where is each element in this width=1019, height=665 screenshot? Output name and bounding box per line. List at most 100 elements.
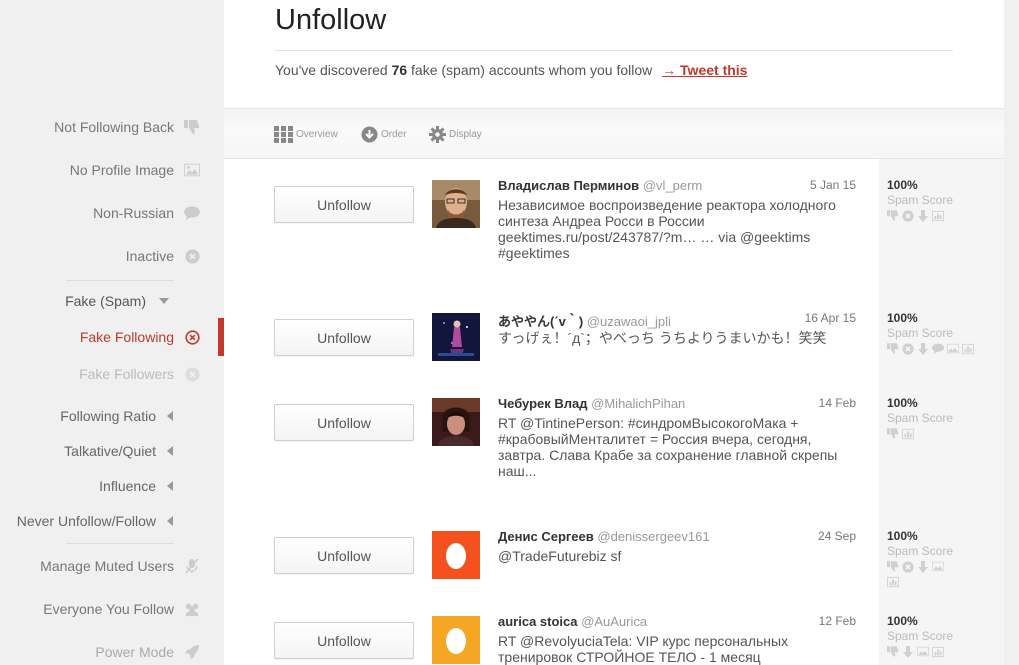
- avatar[interactable]: [432, 531, 480, 579]
- sidebar-item-label: No Profile Image: [69, 162, 174, 178]
- summary-prefix: You've discovered: [275, 62, 388, 78]
- sidebar-group-never-unfollow-follow[interactable]: Never Unfollow/Follow: [17, 513, 174, 529]
- spam-score: 100% Spam Score: [887, 311, 997, 358]
- order-button[interactable]: Order: [361, 126, 407, 143]
- score-label: Spam Score: [887, 544, 954, 558]
- arrow-down-circle-icon: [361, 126, 378, 143]
- avatar[interactable]: [432, 616, 480, 664]
- user-name[interactable]: あややん(´v｀): [498, 314, 583, 329]
- avatar[interactable]: [432, 398, 480, 446]
- user-name[interactable]: aurica stoica: [498, 614, 578, 629]
- tweet-text: すっげぇ！´д`；やべっち うちよりうまいかも！笑笑: [498, 330, 827, 346]
- user-handle[interactable]: @denissergeev161: [597, 529, 709, 544]
- x-circle-icon: [184, 329, 200, 345]
- unfollow-button[interactable]: Unfollow: [274, 404, 414, 441]
- score-icons: [887, 343, 987, 358]
- sidebar-divider: [66, 543, 174, 544]
- image-icon: [917, 646, 929, 658]
- caret-left-icon: [166, 443, 174, 459]
- user-handle[interactable]: @vl_perm: [643, 178, 702, 193]
- rocket-icon: [184, 644, 200, 660]
- image-icon: [947, 343, 959, 355]
- sidebar-item-not-following-back[interactable]: Not Following Back: [54, 119, 200, 135]
- sidebar-item-label: Manage Muted Users: [40, 558, 174, 574]
- user-name[interactable]: Денис Сергеев: [498, 529, 594, 544]
- arrow-down-icon: [902, 646, 914, 658]
- caret-left-icon: [166, 408, 174, 424]
- sidebar-item-label: Fake Following: [79, 329, 174, 345]
- sidebar-divider: [66, 280, 174, 281]
- unfollow-button[interactable]: Unfollow: [274, 537, 414, 574]
- score-icons: [887, 646, 977, 661]
- gear-icon: [429, 126, 446, 143]
- sidebar-group-talkative-quiet[interactable]: Talkative/Quiet: [64, 443, 174, 459]
- user-name[interactable]: Владислав Перминов: [498, 178, 639, 193]
- main-panel: Unfollow You've discovered 76 fake (spam…: [224, 0, 1004, 665]
- avatar[interactable]: [432, 313, 480, 361]
- sidebar-item-fake-followers[interactable]: Fake Followers: [79, 366, 200, 382]
- avatar[interactable]: [432, 180, 480, 228]
- unfollow-button[interactable]: Unfollow: [274, 319, 414, 356]
- x-circle-icon: [902, 210, 914, 222]
- sidebar-item-label: Talkative/Quiet: [64, 443, 156, 459]
- tweet-date: 14 Feb: [818, 396, 856, 410]
- page-title: Unfollow: [275, 4, 387, 36]
- user-handle[interactable]: @AuAurica: [581, 614, 647, 629]
- score-icons: [887, 428, 977, 443]
- sidebar-item-label: Fake (Spam): [65, 293, 146, 309]
- sidebar-item-label: Fake Followers: [79, 366, 174, 382]
- tweet-text: RT @RevolyuciaTela: VIP курс персональны…: [498, 633, 789, 665]
- sidebar-item-everyone-you-follow[interactable]: Everyone You Follow: [43, 601, 200, 617]
- x-circle-icon: [184, 366, 200, 382]
- arrow-down-icon: [917, 561, 929, 573]
- sidebar-group-fake-spam[interactable]: Fake (Spam): [65, 293, 172, 309]
- sidebar-group-influence[interactable]: Influence: [99, 478, 174, 494]
- user-handle[interactable]: @uzawaoi_jpli: [587, 314, 671, 329]
- tweet-date: 12 Feb: [818, 614, 856, 628]
- spam-score: 100% Spam Score: [887, 396, 997, 443]
- spam-score: 100% Spam Score: [887, 529, 997, 591]
- sidebar-item-label: Influence: [99, 478, 156, 494]
- unfollow-button[interactable]: Unfollow: [274, 622, 414, 659]
- overview-button[interactable]: Overview: [274, 126, 338, 143]
- chart-icon: [887, 576, 899, 588]
- unfollow-button[interactable]: Unfollow: [274, 186, 414, 223]
- tweet-date: 16 Apr 15: [804, 311, 856, 325]
- score-icons: [887, 210, 977, 225]
- divider: [275, 50, 953, 51]
- sidebar-item-power-mode[interactable]: Power Mode: [95, 644, 200, 660]
- score-label: Spam Score: [887, 326, 954, 340]
- users-icon: [184, 601, 200, 617]
- tweet-date: 24 Sep: [817, 529, 856, 543]
- thumbs-down-icon: [887, 428, 899, 440]
- score-value: 100%: [887, 178, 918, 192]
- display-button[interactable]: Display: [429, 126, 482, 143]
- overview-label: Overview: [296, 129, 338, 140]
- order-label: Order: [381, 129, 407, 140]
- sidebar-item-no-profile-image[interactable]: No Profile Image: [70, 162, 200, 178]
- tweet-header: Владислав Перминов @vl_perm 5 Jan 15: [498, 178, 856, 193]
- sidebar-item-non-russian[interactable]: Non-Russian: [93, 205, 200, 221]
- chart-icon: [932, 646, 944, 658]
- sidebar-item-label: Non-Russian: [93, 205, 174, 221]
- score-value: 100%: [887, 396, 918, 410]
- tweet-header: Денис Сергеев @denissergeev161 24 Sep: [498, 529, 856, 544]
- sidebar-item-fake-following[interactable]: Fake Following: [80, 329, 200, 345]
- arrow-down-icon: [917, 343, 929, 355]
- score-label: Spam Score: [887, 193, 954, 207]
- user-handle[interactable]: @MihalichPihan: [591, 396, 685, 411]
- score-value: 100%: [887, 529, 918, 543]
- user-name[interactable]: Чебурек Влад: [498, 396, 588, 411]
- sidebar-item-manage-muted-users[interactable]: Manage Muted Users: [40, 558, 200, 574]
- tweet-date: 5 Jan 15: [809, 178, 856, 192]
- tweet-this-link[interactable]: → Tweet this: [662, 62, 747, 78]
- tweet-text: @TradeFuturebiz sf: [498, 548, 622, 564]
- sidebar-item-inactive[interactable]: Inactive: [126, 248, 200, 264]
- toolbar: Overview Order Display: [224, 108, 1004, 159]
- tweet-header: aurica stoica @AuAurica 12 Feb: [498, 614, 856, 629]
- chart-icon: [932, 210, 944, 222]
- egg-avatar-icon: [432, 531, 480, 579]
- speech-bubble-icon: [184, 205, 200, 221]
- x-circle-icon: [902, 343, 914, 355]
- sidebar-group-following-ratio[interactable]: Following Ratio: [60, 408, 174, 424]
